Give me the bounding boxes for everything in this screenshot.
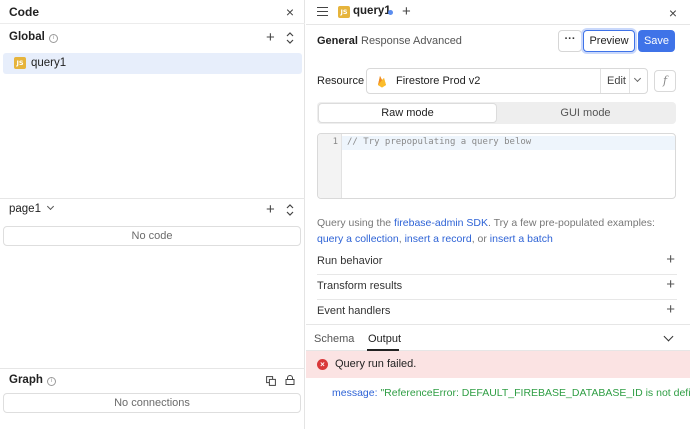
tab-label: query1 [353, 5, 391, 17]
empty-state: No connections [3, 393, 301, 413]
expand-plus-icon[interactable]: + [666, 277, 675, 292]
menu-icon[interactable] [317, 7, 328, 16]
js-badge-icon: JS [338, 6, 350, 18]
list-item-query1[interactable]: JS query1 [3, 53, 302, 74]
section-transform-results[interactable]: Transform results + [317, 275, 677, 300]
page-section-header: page1 + [0, 198, 305, 222]
preview-button[interactable]: Preview [583, 30, 635, 52]
example-query-collection-link[interactable]: query a collection [317, 233, 399, 245]
graph-section-header: Graph i [0, 369, 305, 393]
more-options-button[interactable]: ··· [558, 30, 582, 52]
resource-label: Resource [317, 75, 365, 87]
close-icon[interactable]: × [283, 5, 297, 19]
add-global-plus-icon[interactable]: + [266, 30, 275, 45]
editor-gutter: 1 [318, 134, 342, 198]
divider [600, 69, 601, 93]
section-label: Transform results [317, 280, 403, 292]
empty-state: No code [3, 226, 301, 246]
help-text: Query using the firebase-admin SDK. Try … [317, 215, 677, 247]
error-status: Query run failed. [335, 358, 417, 370]
sdk-link[interactable]: firebase-admin SDK [394, 217, 488, 229]
error-banner: × Query run failed. [306, 351, 690, 378]
code-line[interactable]: // Try prepopulating a query below [347, 137, 531, 147]
error-message: message: "ReferenceError: DEFAULT_FIREBA… [332, 387, 690, 399]
code-editor[interactable]: 1 // Try prepopulating a query below [317, 133, 676, 199]
unsaved-dot-icon [388, 10, 393, 15]
raw-mode-option[interactable]: Raw mode [319, 104, 496, 122]
global-label: Global i [9, 31, 58, 43]
section-event-handlers[interactable]: Event handlers + [317, 300, 677, 325]
graph-label: Graph i [9, 374, 56, 386]
example-insert-batch-link[interactable]: insert a batch [490, 233, 553, 245]
save-button[interactable]: Save [638, 30, 675, 52]
chevron-down-icon[interactable] [663, 331, 674, 342]
firebase-icon [378, 76, 386, 88]
tab-output[interactable]: Output [368, 333, 401, 345]
gui-mode-option[interactable]: GUI mode [497, 104, 674, 122]
section-label: Run behavior [317, 255, 383, 267]
code-panel-header: Code × [0, 0, 305, 24]
message-key: message: [332, 387, 378, 399]
close-icon[interactable]: × [666, 6, 680, 20]
example-insert-record-link[interactable]: insert a record [405, 233, 472, 245]
tab-schema[interactable]: Schema [314, 333, 354, 345]
page-selector[interactable]: page1 [9, 202, 55, 215]
add-page-plus-icon[interactable]: + [266, 202, 275, 217]
chevron-down-icon[interactable] [633, 74, 642, 83]
expand-plus-icon[interactable]: + [666, 302, 675, 317]
expand-plus-icon[interactable]: + [666, 252, 675, 267]
query-tabbar: JS query1 + × [306, 0, 690, 25]
info-icon[interactable]: i [48, 34, 58, 43]
section-run-behavior[interactable]: Run behavior + [317, 250, 677, 275]
chevron-down-icon [46, 202, 55, 211]
tab-general[interactable]: General [317, 35, 358, 47]
copy-icon[interactable] [266, 376, 276, 386]
help-separator: , or [471, 233, 490, 245]
resource-name: Firestore Prod v2 [396, 75, 481, 87]
tab-response[interactable]: Response [361, 35, 411, 47]
message-value: "ReferenceError: DEFAULT_FIREBASE_DATABA… [380, 387, 690, 399]
mode-toggle: Raw mode GUI mode [317, 102, 676, 124]
line-number: 1 [332, 137, 338, 147]
list-item-label: query1 [31, 57, 67, 69]
output-tabs: Schema Output [306, 324, 690, 351]
add-tab-plus-icon[interactable]: + [402, 4, 411, 19]
section-label: Event handlers [317, 305, 391, 317]
panel-title: Code [9, 5, 39, 19]
code-panel: Code × Global i + JS query1 page1 + No co… [0, 0, 305, 429]
global-section-header: Global i + [0, 26, 305, 50]
error-icon: × [317, 359, 328, 370]
info-icon[interactable]: i [46, 377, 56, 386]
help-middle: . Try a few pre-populated examples: [488, 217, 655, 229]
sort-icon[interactable] [286, 204, 294, 216]
help-prefix: Query using the [317, 217, 395, 229]
divider [629, 69, 630, 93]
fx-icon[interactable]: f [654, 70, 676, 92]
tab-advanced[interactable]: Advanced [413, 35, 462, 47]
js-badge-icon: JS [14, 57, 26, 69]
lock-icon[interactable] [285, 375, 295, 385]
resource-select[interactable]: Firestore Prod v2 Edit [366, 68, 648, 94]
edit-resource-button[interactable]: Edit [607, 75, 626, 87]
query-editor: JS query1 + × General Response Advanced … [306, 0, 690, 429]
sort-icon[interactable] [286, 32, 294, 44]
